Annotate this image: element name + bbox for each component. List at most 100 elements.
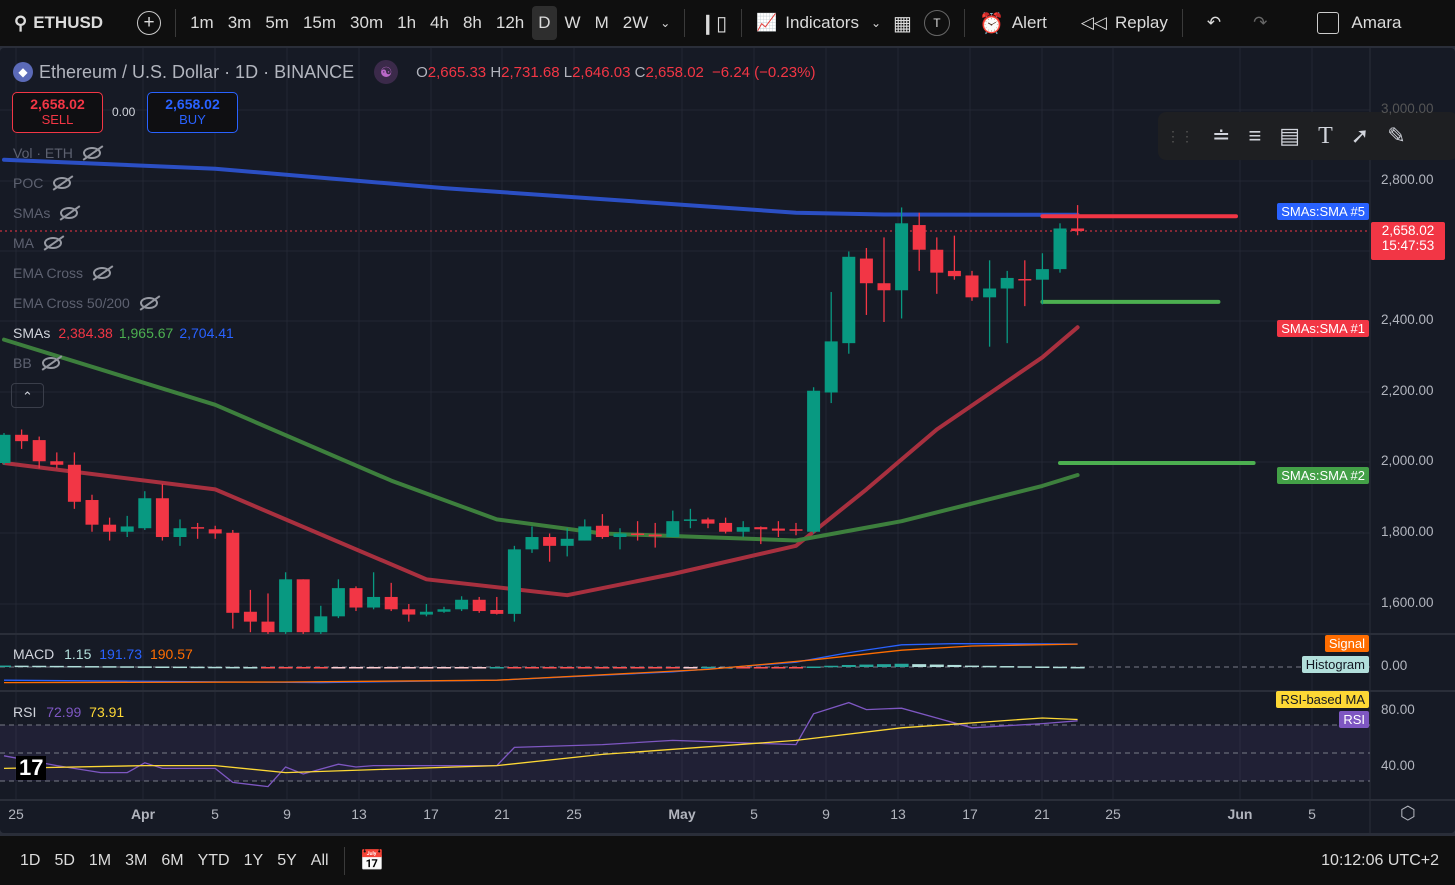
- legend-hidden-indicator[interactable]: POC: [13, 175, 72, 191]
- range-YTD[interactable]: YTD: [191, 852, 237, 870]
- macd-histogram-bar: [771, 667, 786, 669]
- interval-1m[interactable]: 1m: [184, 6, 220, 40]
- chart-canvas[interactable]: [0, 48, 1455, 833]
- time-axis-label: 5: [1308, 806, 1316, 822]
- symbol-search[interactable]: ⚲ ETHUSD: [8, 6, 109, 40]
- time-axis-label: Apr: [130, 806, 156, 822]
- candle-body: [191, 527, 205, 529]
- chart-type-button[interactable]: ❙▯: [693, 6, 733, 40]
- interval-M[interactable]: M: [589, 6, 615, 40]
- indicators-label: Indicators: [785, 13, 859, 32]
- candle-body: [155, 498, 169, 538]
- chart-area[interactable]: ◆ Ethereum / U.S. Dollar · 1D · BINANCE …: [0, 48, 1455, 833]
- arrow-tool-icon[interactable]: ➚: [1351, 123, 1369, 149]
- symbol-title[interactable]: Ethereum / U.S. Dollar · 1D · BINANCE: [39, 62, 354, 83]
- range-All[interactable]: All: [304, 852, 336, 870]
- interval-12h[interactable]: 12h: [490, 6, 530, 40]
- redo-button[interactable]: ↷: [1247, 6, 1273, 40]
- eye-hidden-icon[interactable]: [139, 297, 158, 309]
- indicator-axis-label: 40.00: [1381, 758, 1415, 773]
- time-axis-label: May: [668, 806, 696, 822]
- layouts-button[interactable]: ▦: [887, 6, 918, 40]
- last-price-tag: 2,658.02 15:47:53: [1371, 222, 1445, 260]
- range-1Y[interactable]: 1Y: [237, 852, 271, 870]
- goto-date-button[interactable]: 📅: [353, 848, 392, 873]
- interval-dropdown[interactable]: ⌄: [654, 6, 676, 40]
- range-3M[interactable]: 3M: [118, 852, 154, 870]
- macd-legend[interactable]: MACD 1.15 191.73 190.57: [13, 646, 193, 662]
- interval-D[interactable]: D: [532, 6, 557, 40]
- share-icon[interactable]: ☯: [374, 60, 399, 84]
- range-5D[interactable]: 5D: [47, 852, 81, 870]
- replay-button[interactable]: ◁◁ Replay: [1075, 6, 1174, 40]
- collapse-legend-button[interactable]: ⌃: [11, 383, 44, 408]
- price-axis-label: 1,600.00: [1381, 595, 1434, 610]
- macd-histogram-bar: [14, 665, 29, 668]
- range-1M[interactable]: 1M: [82, 852, 118, 870]
- legend-bb[interactable]: BB: [13, 355, 60, 371]
- range-6M[interactable]: 6M: [154, 852, 190, 870]
- indicators-dropdown[interactable]: ⌄: [865, 6, 887, 40]
- buy-button[interactable]: 2,658.02 BUY: [147, 92, 238, 133]
- legend-hidden-indicator[interactable]: MA: [13, 235, 62, 251]
- alert-label: Alert: [1011, 13, 1047, 32]
- rsi-legend[interactable]: RSI 72.99 73.91: [13, 704, 124, 720]
- candle-body: [1071, 228, 1085, 232]
- time-axis-label: 5: [211, 806, 219, 822]
- macd-histogram-bar: [789, 667, 803, 669]
- time-axis-label: 25: [1105, 806, 1121, 822]
- macd-histogram-bar: [1000, 666, 1015, 668]
- redo-icon: ↷: [1253, 13, 1268, 32]
- horizontal-lines-tool-icon[interactable]: ≡: [1248, 123, 1261, 149]
- undo-button[interactable]: ↶: [1201, 6, 1227, 40]
- legend-hidden-indicator[interactable]: Vol · ETH: [13, 145, 101, 161]
- legend-hidden-indicator[interactable]: SMAs: [13, 205, 79, 221]
- eye-hidden-icon[interactable]: [44, 237, 62, 249]
- sell-label: SELL: [41, 112, 74, 127]
- interval-15m[interactable]: 15m: [297, 6, 342, 40]
- range-1D[interactable]: 1D: [13, 852, 47, 870]
- eye-hidden-icon[interactable]: [60, 207, 79, 219]
- range-5Y[interactable]: 5Y: [270, 852, 304, 870]
- candles-icon: ❙▯: [699, 12, 728, 35]
- interval-3m[interactable]: 3m: [222, 6, 258, 40]
- indicators-button[interactable]: 📈 Indicators: [750, 6, 865, 40]
- macd-histogram-bar: [824, 665, 839, 668]
- text-tool-icon[interactable]: T: [1318, 123, 1333, 150]
- macd-histogram-bar: [437, 667, 451, 669]
- sma-line-3: [2, 157, 1080, 217]
- eye-hidden-icon[interactable]: [53, 177, 72, 189]
- eye-hidden-icon[interactable]: [82, 147, 101, 159]
- sell-button[interactable]: 2,658.02 SELL: [12, 92, 103, 133]
- interval-5m[interactable]: 5m: [259, 6, 295, 40]
- tradingview-logo[interactable]: 17: [16, 756, 47, 780]
- interval-8h[interactable]: 8h: [457, 6, 488, 40]
- drag-handle-icon[interactable]: ⋮⋮: [1166, 128, 1194, 145]
- measure-tool-icon[interactable]: ▤: [1279, 123, 1300, 149]
- interval-30m[interactable]: 30m: [344, 6, 389, 40]
- macd-histogram-bar: [613, 667, 627, 669]
- interval-W[interactable]: W: [559, 6, 587, 40]
- compare-symbol-button[interactable]: +: [131, 6, 167, 40]
- clock[interactable]: 10:12:06 UTC+2: [1321, 852, 1439, 870]
- eye-hidden-icon[interactable]: [93, 267, 112, 279]
- legend-hidden-indicator[interactable]: EMA Cross 50/200: [13, 295, 158, 311]
- indicator-name: Vol · ETH: [13, 145, 73, 161]
- sma1-value: 2,384.38: [58, 325, 113, 341]
- candle-body: [279, 579, 293, 633]
- interval-4h[interactable]: 4h: [424, 6, 455, 40]
- templates-button[interactable]: T: [918, 6, 956, 40]
- trend-line-tool-icon[interactable]: ≐: [1212, 123, 1230, 149]
- chart-settings-button[interactable]: ⬡: [1400, 803, 1416, 824]
- interval-2W[interactable]: 2W: [617, 6, 655, 40]
- rsi-tag: RSI: [1339, 711, 1369, 728]
- alert-button[interactable]: ⏰ Alert: [973, 6, 1053, 40]
- fullscreen-button[interactable]: [1311, 6, 1345, 40]
- legend-smas[interactable]: SMAs 2,384.38 1,965.67 2,704.41: [13, 325, 234, 341]
- user-menu[interactable]: Amara: [1345, 6, 1407, 40]
- legend-hidden-indicator[interactable]: EMA Cross: [13, 265, 112, 281]
- eye-hidden-icon[interactable]: [41, 357, 60, 369]
- interval-1h[interactable]: 1h: [391, 6, 422, 40]
- pencil-tool-icon[interactable]: ✎: [1387, 123, 1405, 149]
- macd-histogram-bar: [419, 667, 434, 669]
